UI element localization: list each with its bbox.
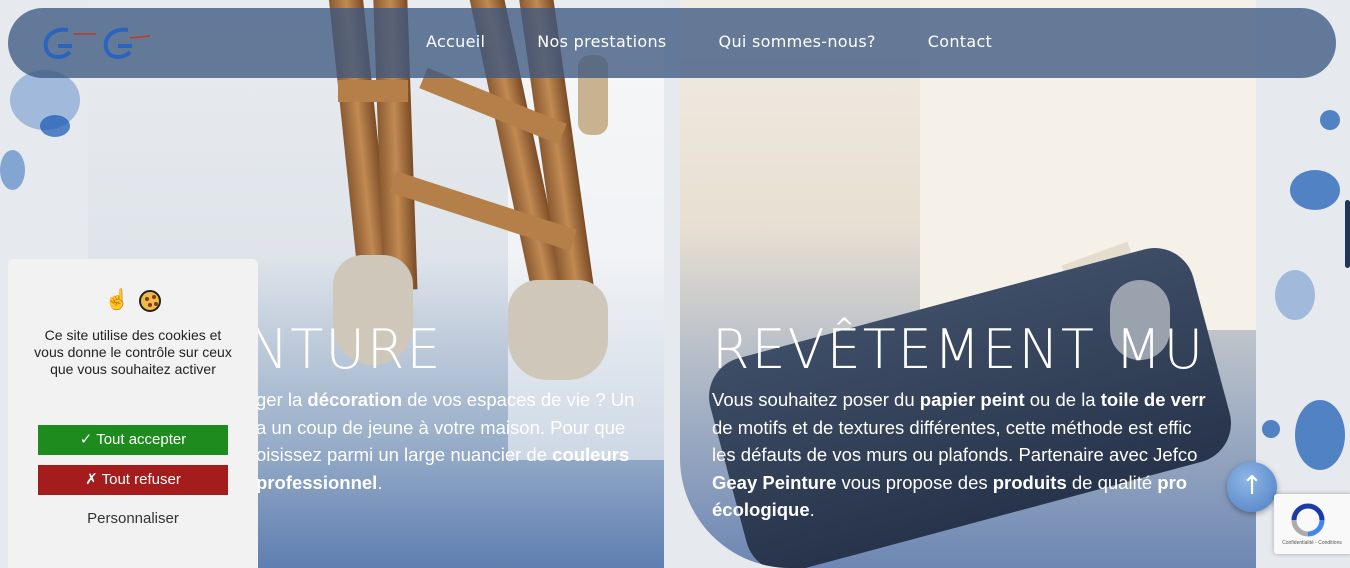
nav-accueil[interactable]: Accueil bbox=[426, 32, 485, 51]
recaptcha-icon bbox=[1291, 503, 1325, 537]
panel-description-wall-covering: Vous souhaitez poser du papier peint ou … bbox=[712, 389, 1206, 520]
recaptcha-links[interactable]: Confidentialité - Conditions bbox=[1276, 540, 1348, 546]
nav-contact[interactable]: Contact bbox=[928, 32, 992, 51]
nav-qui-sommes-nous[interactable]: Qui sommes-nous? bbox=[719, 32, 876, 51]
hand-pointing-up-icon: ☝ bbox=[104, 289, 130, 311]
arrow-up-icon: ↑ bbox=[1241, 471, 1263, 501]
accept-all-button[interactable]: ✓ Tout accepter bbox=[38, 425, 228, 455]
service-card-wall-covering: REVÊTEMENT MU Vous souhaitez poser du pa… bbox=[680, 0, 1256, 568]
cookie-consent-panel: ☝ Ce site utilise des cookies et vous do… bbox=[8, 259, 258, 568]
company-logo[interactable] bbox=[38, 22, 158, 66]
back-to-top-button[interactable]: ↑ bbox=[1227, 462, 1277, 512]
panel-description-painting: ger la décoration de vos espaces de vie … bbox=[256, 389, 635, 493]
customize-button[interactable]: Personnaliser bbox=[8, 510, 258, 527]
panel-heading-painting: NTURE bbox=[248, 318, 443, 381]
recaptcha-badge[interactable]: Confidentialité - Conditions bbox=[1274, 494, 1350, 554]
top-navigation: Accueil Nos prestations Qui sommes-nous?… bbox=[8, 8, 1336, 78]
scrollbar-thumb[interactable] bbox=[1345, 200, 1350, 268]
panel-heading-wall-covering: REVÊTEMENT MU bbox=[712, 318, 1206, 381]
cookie-icon bbox=[139, 289, 162, 312]
cookie-message: Ce site utilise des cookies et vous donn… bbox=[34, 327, 232, 377]
nav-nos-prestations[interactable]: Nos prestations bbox=[537, 32, 666, 51]
refuse-all-button[interactable]: ✗ Tout refuser bbox=[38, 465, 228, 495]
